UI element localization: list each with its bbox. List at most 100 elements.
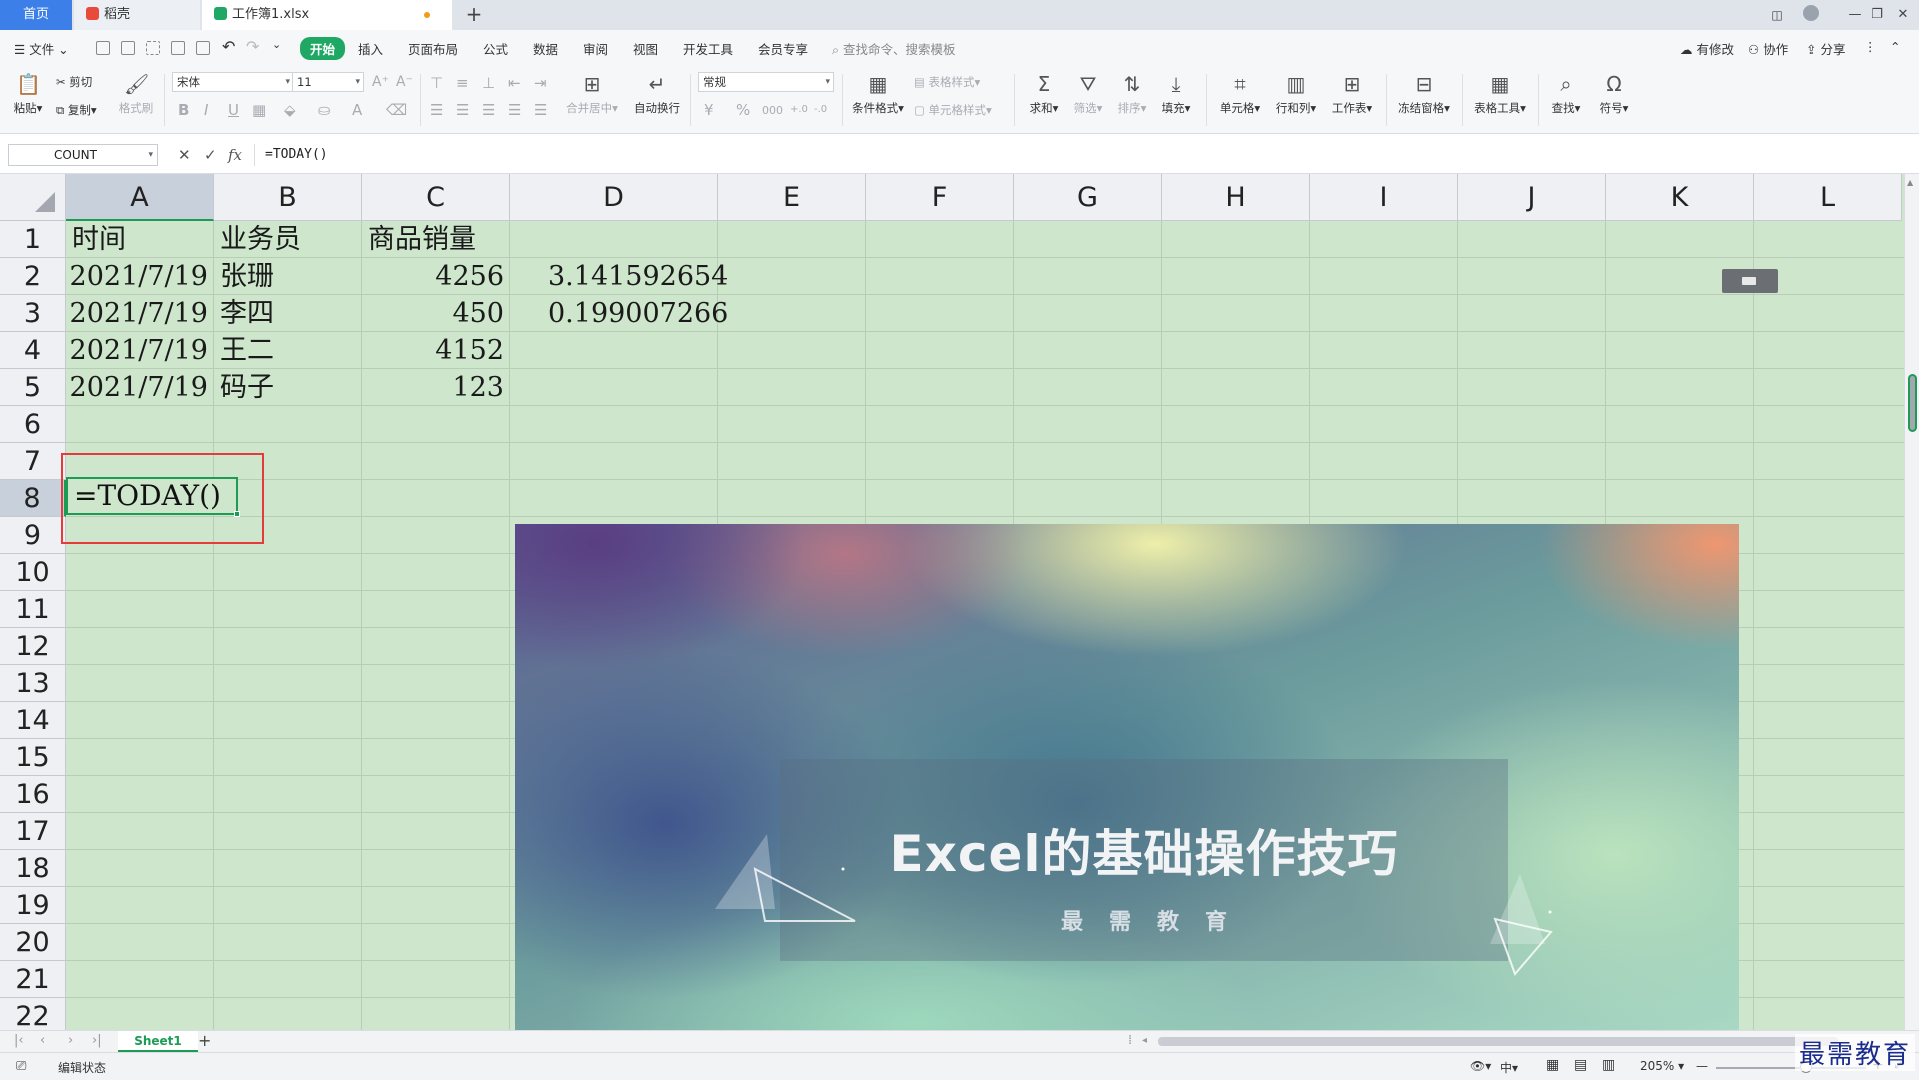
scroll-up-icon[interactable]: ▲ xyxy=(1907,178,1913,187)
cell-c3[interactable]: 450 xyxy=(362,295,504,332)
cancel-icon[interactable]: ✕ xyxy=(178,146,191,164)
cell-c4[interactable]: 4152 xyxy=(362,332,504,369)
menu-view[interactable]: 视图 xyxy=(633,39,658,58)
layout-icon[interactable]: ◫ xyxy=(1762,0,1792,30)
percent-icon[interactable]: % xyxy=(736,101,750,119)
font-size-select[interactable]: 11 ▾ xyxy=(292,72,364,92)
zoom-out-button[interactable]: — xyxy=(1696,1059,1708,1073)
cell-a4[interactable]: 2021/7/19 xyxy=(66,332,208,369)
clear-format-icon[interactable]: ⌫ xyxy=(386,101,407,119)
number-format-select[interactable]: 常规 ▾ xyxy=(698,72,834,92)
table-tools-button[interactable]: ▦ 表格工具▾ xyxy=(1470,72,1530,116)
row-header-18[interactable]: 18 xyxy=(0,850,66,887)
menu-developer[interactable]: 开发工具 xyxy=(683,39,733,58)
column-header-h[interactable]: H xyxy=(1162,174,1310,221)
conditional-format-button[interactable]: ▦ 条件格式▾ xyxy=(848,72,908,116)
cut-button[interactable]: ✂ 剪切 xyxy=(56,74,92,90)
menu-home[interactable]: 开始 xyxy=(300,37,346,60)
eye-protection-icon[interactable]: 👁▾ xyxy=(1470,1059,1491,1073)
row-header-6[interactable]: 6 xyxy=(0,406,66,443)
column-header-g[interactable]: G xyxy=(1014,174,1162,221)
first-sheet-icon[interactable]: |‹ xyxy=(14,1033,24,1048)
file-menu[interactable]: ☰ 文件 ⌄ xyxy=(14,39,69,58)
sheet-tab-sheet1[interactable]: Sheet1 xyxy=(118,1031,198,1052)
cell-d3[interactable]: 0.199007266 xyxy=(548,295,728,332)
thousands-icon[interactable]: 000 xyxy=(762,104,783,117)
column-header-e[interactable]: E xyxy=(718,174,866,221)
insert-function-icon[interactable]: fx xyxy=(228,146,242,164)
print-preview-icon[interactable] xyxy=(196,41,210,55)
column-header-j[interactable]: J xyxy=(1458,174,1606,221)
distributed-icon[interactable]: ☰ xyxy=(534,101,547,119)
floating-toolbar-icon[interactable] xyxy=(1722,269,1778,293)
prev-sheet-icon[interactable]: ‹ xyxy=(40,1033,45,1048)
align-top-icon[interactable]: ⊤ xyxy=(430,74,443,92)
font-name-select[interactable]: 宋体 ▾ xyxy=(172,72,294,92)
cell-a2[interactable]: 2021/7/19 xyxy=(66,258,208,295)
changes-button[interactable]: ☁ 有修改 xyxy=(1680,39,1734,58)
italic-icon[interactable]: I xyxy=(204,101,208,119)
menu-data[interactable]: 数据 xyxy=(533,39,558,58)
name-box[interactable]: COUNT ▾ xyxy=(8,144,158,166)
indent-increase-icon[interactable]: ⇥ xyxy=(534,74,547,92)
cell-c2[interactable]: 4256 xyxy=(362,258,504,295)
cell-b1[interactable]: 业务员 xyxy=(220,221,301,258)
embedded-image[interactable]: Excel的基础操作技巧 最需教育 xyxy=(515,524,1739,1030)
find-button[interactable]: ⌕ 查找▾ xyxy=(1548,72,1584,116)
currency-icon[interactable]: ¥ xyxy=(704,101,714,119)
underline-icon[interactable]: U xyxy=(228,101,239,119)
merge-center-button[interactable]: ⊞ 合并居中▾ xyxy=(562,72,622,116)
row-header-14[interactable]: 14 xyxy=(0,702,66,739)
collapse-ribbon-icon[interactable]: ⌃ xyxy=(1890,39,1900,54)
split-handle-icon[interactable]: ⁞ xyxy=(1128,1033,1132,1048)
next-sheet-icon[interactable]: › xyxy=(68,1033,73,1048)
table-style-button[interactable]: ▤ 表格样式▾ xyxy=(914,74,980,90)
row-header-13[interactable]: 13 xyxy=(0,665,66,702)
confirm-icon[interactable]: ✓ xyxy=(204,146,217,164)
cell-b5[interactable]: 码子 xyxy=(220,369,274,406)
row-header-19[interactable]: 19 xyxy=(0,887,66,924)
row-header-16[interactable]: 16 xyxy=(0,776,66,813)
row-header-20[interactable]: 20 xyxy=(0,924,66,961)
decrease-font-icon[interactable]: A⁻ xyxy=(396,74,413,90)
borders-icon[interactable]: ▦ xyxy=(252,101,266,119)
row-header-12[interactable]: 12 xyxy=(0,628,66,665)
row-header-2[interactable]: 2 xyxy=(0,258,66,295)
row-header-15[interactable]: 15 xyxy=(0,739,66,776)
cell-b2[interactable]: 张珊 xyxy=(220,258,274,295)
cell-c1[interactable]: 商品销量 xyxy=(368,221,476,258)
active-cell-editor[interactable]: =TODAY() xyxy=(66,477,240,517)
cell-b4[interactable]: 王二 xyxy=(220,332,274,369)
input-method-icon[interactable]: 中▾ xyxy=(1500,1059,1518,1076)
add-sheet-button[interactable]: + xyxy=(198,1031,211,1050)
column-header-a[interactable]: A xyxy=(66,174,214,221)
cell-button[interactable]: ⌗ 单元格▾ xyxy=(1216,72,1264,116)
align-left-icon[interactable]: ☰ xyxy=(430,101,443,119)
macro-record-icon[interactable]: ⎚ xyxy=(16,1059,26,1074)
export-icon[interactable] xyxy=(146,41,160,55)
fill-handle[interactable] xyxy=(234,511,240,517)
close-button[interactable]: ✕ xyxy=(1888,0,1918,30)
copy-button[interactable]: ⧉ 复制▾ xyxy=(56,102,97,118)
cell-a1[interactable]: 时间 xyxy=(72,221,126,258)
cell-a3[interactable]: 2021/7/19 xyxy=(66,295,208,332)
row-header-8[interactable]: 8 xyxy=(0,480,66,517)
page-layout-view-icon[interactable]: ▤ xyxy=(1574,1057,1587,1073)
worksheet-button[interactable]: ⊞ 工作表▾ xyxy=(1328,72,1376,116)
sum-button[interactable]: Σ 求和▾ xyxy=(1026,72,1062,116)
tab-home[interactable]: 首页 xyxy=(0,0,72,30)
increase-decimal-icon[interactable]: +.0 xyxy=(790,104,808,115)
row-header-21[interactable]: 21 xyxy=(0,961,66,998)
cell-c5[interactable]: 123 xyxy=(362,369,504,406)
filter-button[interactable]: ⛛ 筛选▾ xyxy=(1070,72,1106,116)
horizontal-scrollbar[interactable] xyxy=(1158,1037,1838,1046)
row-header-22[interactable]: 22 xyxy=(0,998,66,1030)
menu-insert[interactable]: 插入 xyxy=(358,39,383,58)
share-button[interactable]: ⇪ 分享 xyxy=(1806,39,1845,58)
row-header-10[interactable]: 10 xyxy=(0,554,66,591)
increase-font-icon[interactable]: A⁺ xyxy=(372,74,389,90)
menu-member[interactable]: 会员专享 xyxy=(758,39,808,58)
column-header-l[interactable]: L xyxy=(1754,174,1902,221)
column-header-d[interactable]: D xyxy=(510,174,718,221)
menu-review[interactable]: 审阅 xyxy=(583,39,608,58)
